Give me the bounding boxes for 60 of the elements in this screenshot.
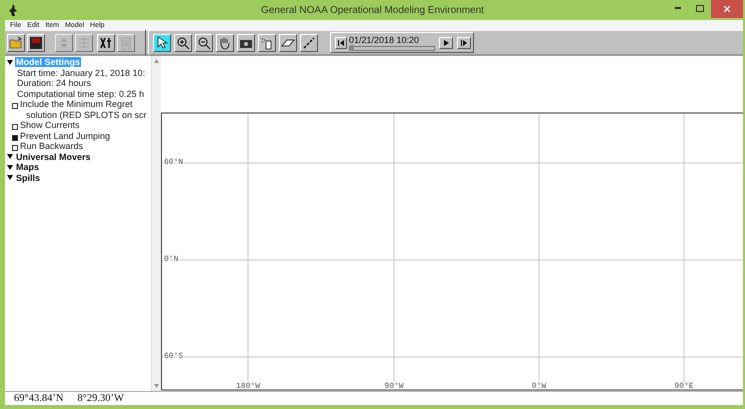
longitude-label: 180°W [236,382,260,391]
time-text: 01/21/2018 10:20 [349,34,420,44]
hand-icon [218,36,232,50]
setting-text: Start time: January 21, 2018 10: [17,68,146,78]
setting-text: Duration: 24 hours [17,78,92,88]
longitude-label: 0°W [532,382,546,391]
dots-icon [302,36,316,50]
step-button[interactable] [439,36,453,48]
toolbar-button[interactable] [27,34,45,52]
checkbox[interactable] [12,124,18,130]
tools-icon [99,36,113,50]
checkbox-label: Run Backwards [20,141,84,152]
tree-item[interactable]: Spills [15,172,42,183]
checkbox-label: Show Currents [20,120,80,130]
checkbox[interactable] [12,103,18,109]
tool-button[interactable] [174,34,192,52]
play-icon [444,40,448,46]
app-icon [8,4,18,16]
spray-can-icon [260,36,274,50]
tool-button[interactable] [279,34,297,52]
tool-button[interactable] [300,34,318,52]
checkbox[interactable] [12,145,18,151]
trash-icon [119,36,133,50]
maximize-icon [696,4,704,12]
close-icon [724,6,730,12]
checkbox-label: solution (RED SPLOTS on scr [25,110,147,120]
zoom-out-icon [197,36,211,50]
rewind-icon [338,40,344,46]
folder-icon [9,36,23,50]
latitude-label: 0°N [164,255,178,264]
zoom-in-icon [176,36,190,50]
fast-forward-icon [461,40,467,46]
time-slider[interactable] [349,46,435,50]
minimize-icon [675,7,681,9]
longitude-label: 90°E [674,382,694,391]
window-title: General NOAA Operational Modeling Environment [260,4,485,16]
longitude-label: 90°W [384,382,404,391]
latitude-label: 60°N [164,158,184,167]
latitude-label: 60°S [164,352,184,361]
close-button[interactable] [711,0,743,18]
tool-button[interactable] [195,34,213,52]
setting-text: Computational time step: 0.25 h [17,88,144,99]
save-icon [29,36,43,50]
toolbar-button[interactable] [97,34,115,52]
latitude-readout: 69°43.84’N [14,393,64,404]
tree-item[interactable]: Universal Movers [15,152,92,162]
pointer-icon [155,36,169,50]
list-icon [77,36,91,50]
tool-button[interactable] [153,34,171,52]
checkbox-label: Include the Minimum Regret [20,99,134,110]
tree-item[interactable]: Maps [15,162,40,172]
tool-button[interactable] [216,34,234,52]
checkbox-label: Prevent Land Jumping [20,130,110,141]
tool-button[interactable] [237,34,255,52]
tool-button[interactable] [258,34,276,52]
rewind-button[interactable] [335,36,347,48]
checkbox[interactable] [12,134,18,140]
toolbar-button[interactable] [7,34,25,52]
end-button[interactable] [457,36,471,48]
longitude-readout: 8°29.30’W [77,393,124,404]
